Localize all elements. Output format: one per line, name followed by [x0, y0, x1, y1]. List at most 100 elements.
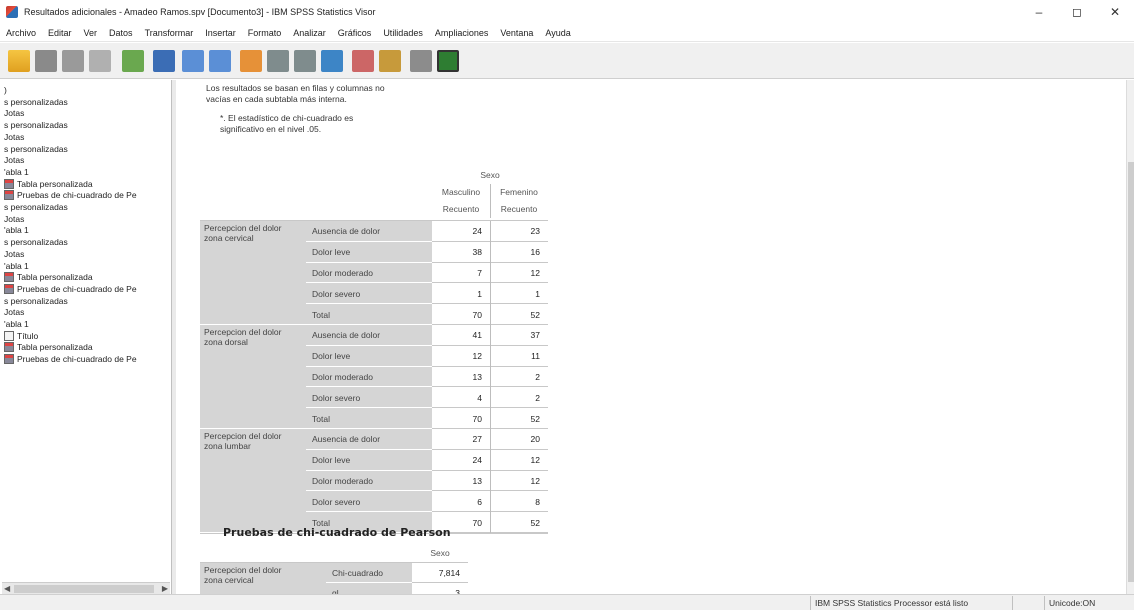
- menu-ayuda[interactable]: Ayuda: [545, 28, 570, 38]
- count-cell: 70: [472, 413, 482, 424]
- minimize-button[interactable]: –: [1020, 0, 1058, 24]
- outline-item[interactable]: s personalizadas: [4, 143, 68, 155]
- save-icon[interactable]: [35, 50, 57, 72]
- output-pane: Los resultados se basan en filas y colum…: [176, 80, 1126, 594]
- outline-item[interactable]: s personalizadas: [4, 236, 68, 248]
- vertical-scrollbar[interactable]: [1126, 80, 1134, 594]
- menu-ampliaciones[interactable]: Ampliaciones: [435, 28, 489, 38]
- count-cell: 23: [530, 226, 540, 237]
- count-cell: 52: [530, 517, 540, 528]
- menu-formato[interactable]: Formato: [248, 28, 282, 38]
- menu-transformar[interactable]: Transformar: [145, 28, 194, 38]
- goto-variable-icon[interactable]: [294, 50, 316, 72]
- count-cell: 20: [530, 434, 540, 445]
- menu-datos[interactable]: Datos: [109, 28, 133, 38]
- scroll-left-icon[interactable]: ◀: [4, 584, 10, 593]
- column-separator: [490, 184, 491, 218]
- chi-square-value: 7,814: [438, 568, 460, 578]
- outline-item[interactable]: Pruebas de chi-cuadrado de Pe: [4, 283, 137, 295]
- open-folder-icon[interactable]: [8, 50, 30, 72]
- outline-item[interactable]: Pruebas de chi-cuadrado de Pe: [4, 189, 137, 201]
- outline-item[interactable]: 'abla 1: [4, 224, 29, 236]
- menu-insertar[interactable]: Insertar: [205, 28, 236, 38]
- outline-item[interactable]: Título: [4, 330, 38, 342]
- export-icon[interactable]: [122, 50, 144, 72]
- count-cell: 2: [535, 371, 540, 382]
- outline-item-label: Pruebas de chi-cuadrado de Pe: [17, 283, 137, 294]
- outline-item[interactable]: Jotas: [4, 213, 24, 225]
- count-cell: 12: [530, 267, 540, 278]
- table-icon: [4, 354, 14, 365]
- recall-dialog-icon[interactable]: [153, 50, 175, 72]
- outline-item[interactable]: ): [4, 84, 7, 96]
- count-cell: 27: [472, 434, 482, 445]
- outline-item[interactable]: s personalizadas: [4, 201, 68, 213]
- category-label: Ausencia de dolor: [312, 330, 381, 341]
- scroll-right-icon[interactable]: ▶: [162, 584, 168, 593]
- count-cell: 52: [530, 309, 540, 320]
- count-cell: 70: [472, 309, 482, 320]
- count-cell: 37: [530, 330, 540, 341]
- table-icon: [4, 190, 14, 201]
- outline-item[interactable]: s personalizadas: [4, 295, 68, 307]
- outline-item[interactable]: s personalizadas: [4, 119, 68, 131]
- create-title-icon[interactable]: [410, 50, 432, 72]
- category-label: Dolor moderado: [312, 371, 373, 382]
- count-cell: 8: [535, 496, 540, 507]
- row-group-label: Percepcion del dolor zona cervical: [204, 223, 282, 243]
- outline-horizontal-scrollbar[interactable]: ◀ ▶: [2, 582, 170, 594]
- designate-window-icon[interactable]: [379, 50, 401, 72]
- column-header: Masculino: [441, 187, 481, 197]
- outline-item[interactable]: Jotas: [4, 131, 24, 143]
- outline-item[interactable]: 'abla 1: [4, 260, 29, 272]
- outline-item[interactable]: Jotas: [4, 306, 24, 318]
- outline-item[interactable]: Tabla personalizada: [4, 178, 93, 190]
- outline-item-label: Jotas: [4, 307, 25, 318]
- menu-utilidades[interactable]: Utilidades: [383, 28, 423, 38]
- outline-item[interactable]: Tabla personalizada: [4, 271, 93, 283]
- chi-sexo-header: Sexo: [430, 548, 450, 558]
- outline-item-label: ): [4, 85, 7, 95]
- outline-item-label: Jotas: [4, 155, 25, 166]
- menu-graficos[interactable]: Gráficos: [338, 28, 372, 38]
- select-last-output-icon[interactable]: [437, 50, 459, 72]
- outline-item[interactable]: 'abla 1: [4, 318, 29, 330]
- goto-case-icon[interactable]: [267, 50, 289, 72]
- category-label: Dolor severo: [312, 288, 361, 299]
- outline-item[interactable]: s personalizadas: [4, 96, 68, 108]
- count-cell: 12: [530, 475, 540, 486]
- category-label: Dolor moderado: [312, 475, 373, 486]
- count-cell: 1: [535, 288, 540, 299]
- statistic-header: Recuento: [500, 204, 538, 214]
- show-all-icon[interactable]: [352, 50, 374, 72]
- menu-ver[interactable]: Ver: [84, 28, 98, 38]
- outline-item-label: s personalizadas: [4, 295, 68, 306]
- variables-icon[interactable]: [321, 50, 343, 72]
- outline-item[interactable]: Tabla personalizada: [4, 341, 93, 353]
- goto-data-icon[interactable]: [240, 50, 262, 72]
- menu-archivo[interactable]: Archivo: [6, 28, 36, 38]
- outline-item-label: 'abla 1: [4, 319, 29, 329]
- close-button[interactable]: ✕: [1096, 0, 1134, 24]
- menu-analizar[interactable]: Analizar: [293, 28, 326, 38]
- redo-icon[interactable]: [209, 50, 231, 72]
- vertical-scroll-thumb[interactable]: [1128, 162, 1134, 582]
- title-icon: [4, 330, 14, 341]
- count-cell: 12: [530, 455, 540, 466]
- outline-item[interactable]: Jotas: [4, 154, 24, 166]
- outline-item[interactable]: 'abla 1: [4, 166, 29, 178]
- sexo-header: Sexo: [480, 170, 500, 180]
- scroll-thumb[interactable]: [14, 585, 154, 593]
- menu-editar[interactable]: Editar: [48, 28, 72, 38]
- column-separator: [490, 221, 491, 533]
- outline-item[interactable]: Jotas: [4, 248, 24, 260]
- count-cell: 2: [535, 392, 540, 403]
- print-icon[interactable]: [62, 50, 84, 72]
- menu-ventana[interactable]: Ventana: [500, 28, 533, 38]
- undo-icon[interactable]: [182, 50, 204, 72]
- footnote-significance: *. El estadístico de chi-cuadrado es sig…: [220, 113, 354, 134]
- outline-item[interactable]: Pruebas de chi-cuadrado de Pe: [4, 353, 137, 365]
- print-preview-icon[interactable]: [89, 50, 111, 72]
- maximize-button[interactable]: ◻: [1058, 0, 1096, 24]
- outline-item[interactable]: Jotas: [4, 107, 24, 119]
